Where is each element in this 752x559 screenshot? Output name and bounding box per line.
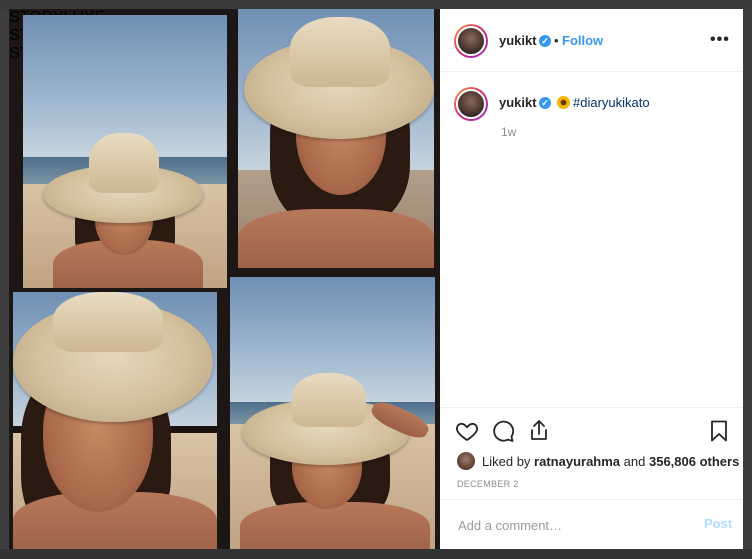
avatar[interactable] [454, 24, 488, 58]
backdrop [0, 549, 752, 559]
photo-frame-4 [230, 277, 435, 549]
sunflower-emoji-icon [557, 96, 570, 109]
verified-badge-icon: ✓ [539, 35, 551, 47]
backdrop [0, 9, 9, 549]
separator-dot: • [554, 33, 559, 48]
caption-hashtag-link[interactable]: #diaryukikato [573, 95, 650, 110]
likes-prefix: Liked by [482, 454, 531, 469]
liker-username-link[interactable]: ratnayurahma [534, 454, 620, 469]
caption-username[interactable]: yukikt [499, 95, 537, 110]
bookmark-icon[interactable] [707, 419, 731, 443]
more-options-icon[interactable]: ••• [710, 31, 730, 49]
liker-avatar[interactable] [457, 452, 475, 470]
photo-frame-2 [238, 9, 434, 268]
backdrop [0, 0, 752, 9]
post-info-panel: yukikt ✓ • Follow ••• yukikt ✓ #diaryuki… [440, 9, 743, 549]
comment-bar: Post [440, 499, 743, 550]
avatar[interactable] [454, 87, 488, 121]
follow-button[interactable]: Follow [562, 33, 603, 48]
username-link[interactable]: yukikt [499, 33, 537, 48]
heart-icon[interactable] [455, 419, 479, 443]
post-photo[interactable]: STORYLUXE STORYLUXE STORYLUXE [9, 9, 440, 549]
photo-frame-3 [13, 292, 217, 549]
comment-input[interactable] [456, 514, 690, 536]
verified-badge-icon: ✓ [539, 97, 551, 109]
post-date: DECEMBER 2 [457, 479, 519, 489]
share-icon[interactable] [527, 418, 551, 442]
post-actions-section: Liked by ratnayurahma and 356,806 others… [440, 407, 743, 549]
backdrop [743, 9, 752, 549]
comment-icon[interactable] [491, 419, 515, 443]
post-comment-button[interactable]: Post [704, 516, 732, 531]
likes-summary: Liked by ratnayurahma and 356,806 others [482, 454, 739, 469]
caption-timestamp: 1w [501, 125, 517, 139]
likes-count-link[interactable]: 356,806 others [649, 454, 739, 469]
photo-frame-1 [23, 15, 227, 288]
post-header: yukikt ✓ • Follow ••• [440, 9, 743, 72]
likes-conjunction: and [623, 454, 646, 469]
